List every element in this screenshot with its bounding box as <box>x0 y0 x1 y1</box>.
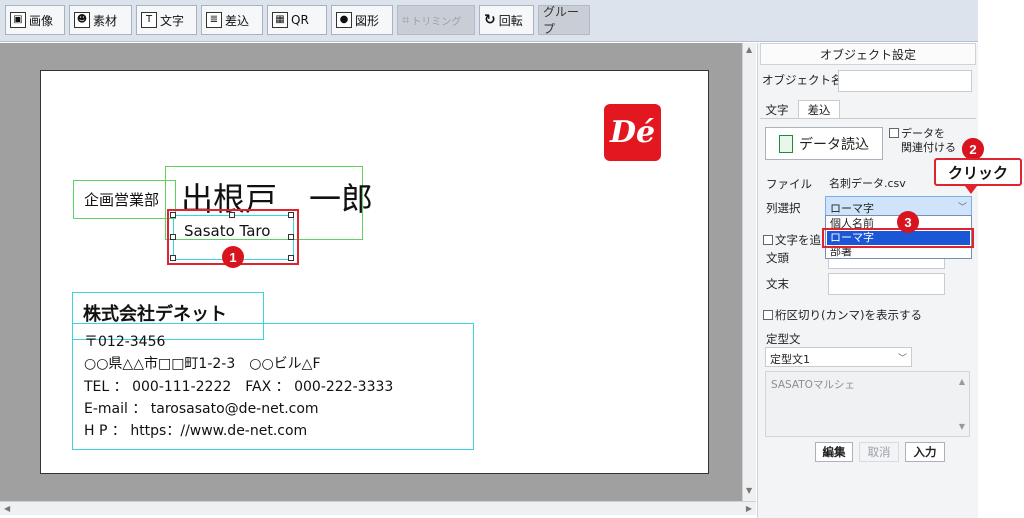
phone-fax-text: TEL ： 000-111-2222 FAX ： 000-222-3333 <box>84 379 394 395</box>
prefix-label: 文頭 <box>766 251 789 265</box>
material-icon: ☻ <box>74 12 90 28</box>
template-label: 定型文 <box>766 332 801 346</box>
postal-code-text: 〒012-3456 <box>84 334 166 350</box>
panel-title: オブジェクト設定 <box>760 43 976 65</box>
link-data-check[interactable] <box>889 128 899 138</box>
resize-handle-nw[interactable] <box>170 212 176 218</box>
merge-button-label: 差込 <box>225 13 250 28</box>
comma-check[interactable] <box>763 310 773 320</box>
resize-handle-e[interactable] <box>288 234 294 240</box>
shape-button-label: 図形 <box>355 13 380 28</box>
click-callout: クリック <box>934 158 1022 186</box>
logo-text: Dé <box>609 115 656 150</box>
image-button[interactable]: ▣ 画像 <box>5 5 65 35</box>
merge-button[interactable]: ≣ 差込 <box>201 5 263 35</box>
edit-button[interactable]: 編集 <box>815 442 853 462</box>
step-badge-3: 3 <box>897 211 919 233</box>
email-text: E-mail ： tarosasato@de-net.com <box>84 401 319 417</box>
department-text: 企画営業部 <box>84 191 160 209</box>
link-data-line1: データを <box>901 127 945 140</box>
qr-button[interactable]: ▦ QR <box>267 5 327 35</box>
add-text-check[interactable] <box>763 235 773 245</box>
group-button[interactable]: グループ <box>538 5 590 36</box>
object-name-label: オブジェクト名 <box>762 73 843 87</box>
input-button[interactable]: 入力 <box>905 442 945 462</box>
rotate-button[interactable]: ↻ 回転 <box>479 5 534 35</box>
business-card[interactable]: Dé 企画営業部 出根戸 一郎 Sasato Taro 1 株式会社デネット 〒… <box>40 70 709 474</box>
comma-label: 桁区切り(カンマ)を表示する <box>775 308 922 322</box>
text-button[interactable]: T 文字 <box>136 5 197 35</box>
trim-button-label: トリミング <box>411 16 462 28</box>
shape-icon: ● <box>336 12 352 28</box>
link-data-checkbox[interactable]: データを 関連付ける <box>889 127 969 155</box>
group-button-label: グループ <box>543 5 580 36</box>
vertical-scrollbar[interactable]: ▲ ▼ <box>742 43 756 501</box>
comma-checkbox[interactable]: 桁区切り(カンマ)を表示する <box>763 307 922 323</box>
scroll-down-icon[interactable]: ▼ <box>746 486 752 495</box>
romaji-text: Sasato Taro <box>184 222 271 240</box>
suffix-label: 文末 <box>766 277 789 291</box>
scroll-right-icon[interactable]: ▶ <box>746 504 752 513</box>
company-logo: Dé <box>604 104 661 161</box>
trim-button[interactable]: ⌗ トリミング <box>397 5 475 35</box>
object-name-input[interactable] <box>838 70 972 92</box>
template-preview-box[interactable]: SASATOマルシェ ▲ ▼ <box>765 371 970 437</box>
spreadsheet-icon <box>779 134 793 153</box>
trim-icon: ⌗ <box>402 12 410 28</box>
shape-button[interactable]: ● 図形 <box>331 5 393 35</box>
read-data-button[interactable]: データ読込 <box>765 127 883 160</box>
chevron-down-icon: ﹀ <box>957 203 967 213</box>
tab-merge[interactable]: 差込 <box>798 100 840 118</box>
chevron-down-icon: ﹀ <box>897 354 907 364</box>
add-text-checkbox[interactable]: 文字を追 <box>763 232 821 248</box>
resize-handle-n[interactable] <box>229 212 235 218</box>
rotate-button-label: 回転 <box>498 13 523 28</box>
qr-icon: ▦ <box>272 12 288 28</box>
step-badge-1: 1 <box>222 246 244 268</box>
resize-handle-se[interactable] <box>288 255 294 261</box>
suffix-input[interactable] <box>828 273 945 295</box>
image-button-label: 画像 <box>29 13 54 28</box>
tab-text[interactable]: 文字 <box>763 101 791 119</box>
material-button[interactable]: ☻ 素材 <box>69 5 132 35</box>
text-button-label: 文字 <box>160 13 185 28</box>
template-preview-text: SASATOマルシェ <box>771 379 855 391</box>
preview-scroll-down-icon[interactable]: ▼ <box>959 422 965 431</box>
scroll-up-icon[interactable]: ▲ <box>746 45 752 54</box>
page-margin <box>978 0 1024 518</box>
column-select-label: 列選択 <box>766 201 801 215</box>
template-select[interactable]: 定型文1 ﹀ <box>765 347 912 367</box>
website-text: H P ： https：//www.de-net.com <box>84 423 308 439</box>
scroll-left-icon[interactable]: ◀ <box>4 504 10 513</box>
option-highlight <box>822 228 974 248</box>
merge-icon: ≣ <box>206 12 222 28</box>
rotate-icon: ↻ <box>484 12 496 28</box>
resize-handle-sw[interactable] <box>170 255 176 261</box>
cancel-button[interactable]: 取消 <box>859 442 899 462</box>
resize-handle-w[interactable] <box>170 234 176 240</box>
file-label: ファイル <box>766 177 812 191</box>
template-select-value: 定型文1 <box>770 353 810 366</box>
horizontal-scrollbar[interactable]: ◀ ▶ <box>0 501 756 515</box>
callout-pointer <box>965 186 977 194</box>
preview-scroll-up-icon[interactable]: ▲ <box>959 377 965 386</box>
text-icon: T <box>141 12 157 28</box>
file-name-field[interactable]: 名刺データ.csv <box>825 172 935 192</box>
step-badge-2-top: 2 <box>962 138 984 160</box>
column-select[interactable]: ローマ字 ﹀ <box>825 196 972 216</box>
material-button-label: 素材 <box>93 13 118 28</box>
image-icon: ▣ <box>10 12 26 28</box>
read-data-label: データ読込 <box>799 136 869 153</box>
tab-divider <box>760 118 976 119</box>
link-data-line2: 関連付ける <box>901 141 956 154</box>
resize-handle-ne[interactable] <box>288 212 294 218</box>
column-select-value: ローマ字 <box>830 202 874 215</box>
toolbar: ▣ 画像 ☻ 素材 T 文字 ≣ 差込 ▦ QR ● 図形 ⌗ トリミング ↻ … <box>0 0 978 42</box>
add-text-label: 文字を追 <box>775 233 821 247</box>
address-text: ○○県△△市□□町1-2-3 ○○ビル△F <box>84 356 321 372</box>
qr-button-label: QR <box>291 13 309 27</box>
